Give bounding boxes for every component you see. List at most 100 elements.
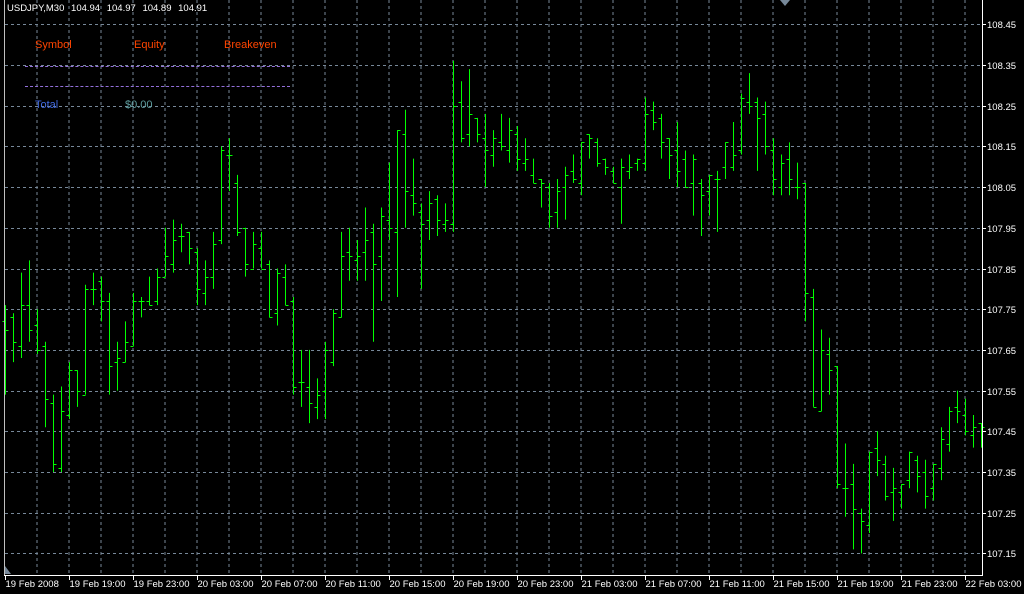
time-tick-label: 21 Feb 23:00 — [902, 579, 958, 590]
ohlc-bar — [154, 268, 161, 306]
ohlc-bar — [346, 227, 353, 281]
ohlc-bar — [50, 394, 57, 472]
ohlc-bar — [466, 69, 473, 147]
ohlc-bar — [18, 272, 25, 359]
ohlc-bar — [434, 195, 441, 236]
ohlc-bar — [866, 451, 873, 534]
ohlc-bar — [370, 223, 377, 342]
ohlc-bar — [834, 366, 841, 489]
ohlc-bar — [946, 406, 953, 452]
shift-marker-icon — [780, 0, 790, 6]
time-axis: 19 Feb 2008 19 Feb 19:00 19 Feb 23:00 20 Fe… — [5, 575, 1022, 590]
ohlc-bar — [754, 97, 761, 171]
column-symbol: Symbol — [35, 39, 72, 51]
ohlc-bar — [378, 207, 385, 302]
ohlc-bar — [266, 260, 273, 318]
column-breakeven: Breakeven — [224, 39, 277, 51]
ohlc-bar — [626, 154, 633, 179]
ohlc-bar — [498, 113, 505, 151]
time-tick-label: 19 Feb 2008 — [6, 579, 59, 590]
ohlc-bar — [810, 288, 817, 408]
time-tick-label: 21 Feb 15:00 — [774, 579, 830, 590]
ohlc-bar — [738, 93, 745, 155]
ohlc-bar — [506, 117, 513, 163]
ohlc-bar — [858, 508, 865, 554]
ohlc-bar — [602, 158, 609, 175]
ohlc-bar — [978, 423, 985, 448]
time-tick-label: 21 Feb 19:00 — [838, 579, 894, 590]
ohlc-bar — [554, 178, 561, 228]
ohlc-bar — [298, 349, 305, 407]
ohlc-bar — [66, 362, 73, 420]
ohlc-bar — [290, 296, 297, 395]
ohlc-bar — [218, 146, 225, 245]
ohlc-bar — [114, 341, 121, 391]
ohlc-bar — [690, 154, 697, 216]
ohlc-bar — [794, 162, 801, 200]
ohlc-bar — [882, 455, 889, 501]
ohlc-bar — [10, 313, 17, 363]
ohlc-bar — [106, 292, 113, 395]
ohlc-bar — [546, 183, 553, 228]
ohlc-bar — [234, 174, 241, 236]
chart-window[interactable]: 108.45 108.35 108.25 108.15 108.05 107.95 107.… — [0, 0, 1024, 594]
price-tick-label: 107.85 — [987, 265, 1016, 276]
price-tick-label: 108.45 — [987, 20, 1016, 31]
chart-header: USDJPY,M30 104.94 104.97 104.89 104.91 — [7, 3, 211, 14]
ohlc-bar — [386, 162, 393, 241]
price-tick-label: 108.25 — [987, 102, 1016, 113]
time-tick-label: 20 Feb 07:00 — [262, 579, 318, 590]
ohlc-bar — [914, 455, 921, 493]
time-tick-label: 19 Feb 19:00 — [70, 579, 126, 590]
ohlc-bar — [954, 390, 961, 424]
ohlc-bar — [514, 126, 521, 171]
ohlc-bar — [146, 276, 153, 306]
ohlc-bar — [874, 431, 881, 477]
ohlc-bar — [42, 341, 49, 428]
ohlc-bar — [282, 264, 289, 306]
ohlc-bar — [634, 158, 641, 171]
ohlc-bar — [722, 142, 729, 179]
time-tick-label: 21 Feb 11:00 — [710, 579, 765, 590]
ohlc-bar — [682, 150, 689, 188]
price-tick-label: 107.25 — [987, 509, 1016, 520]
ohlc-bar — [74, 370, 81, 407]
ohlc-bar — [562, 166, 569, 220]
scroll-marker-icon — [5, 566, 11, 574]
price-tick-label: 108.35 — [987, 61, 1016, 72]
ohlc-bar — [306, 349, 313, 424]
ohlc-bar — [778, 154, 785, 196]
ohlc-bar — [618, 158, 625, 224]
ohlc-bar — [570, 154, 577, 184]
price-tick-label: 107.35 — [987, 468, 1016, 479]
time-tick-label: 19 Feb 23:00 — [134, 579, 190, 590]
header-close: 104.91 — [178, 3, 208, 14]
price-tick-label: 107.15 — [987, 549, 1016, 560]
ohlc-bar — [90, 272, 97, 306]
ohlc-bar — [122, 321, 129, 363]
ohlc-bar — [26, 260, 33, 342]
ohlc-bar — [210, 231, 217, 289]
ohlc-bar — [826, 337, 833, 395]
ohlc-bar — [170, 219, 177, 273]
time-tick-label: 20 Feb 23:00 — [518, 579, 574, 590]
ohlc-bar — [818, 329, 825, 412]
ohlc-bar — [482, 113, 489, 188]
price-tick-label: 107.55 — [987, 387, 1016, 398]
ohlc-bar — [418, 203, 425, 289]
price-chart[interactable]: 108.45 108.35 108.25 108.15 108.05 107.95 107.… — [0, 0, 1024, 594]
ohlc-bar — [490, 130, 497, 167]
price-tick-label: 107.95 — [987, 224, 1016, 235]
separator-line — [25, 66, 290, 67]
time-tick-label: 21 Feb 03:00 — [582, 579, 638, 590]
time-tick-label: 20 Feb 15:00 — [390, 579, 446, 590]
ohlc-bar — [426, 191, 433, 241]
ohlc-bar — [58, 386, 65, 472]
ohlc-bar — [82, 284, 89, 396]
ohlc-bar — [98, 276, 105, 322]
ohlc-bar — [906, 451, 913, 489]
ohlc-bar — [2, 305, 9, 395]
ohlc-bar — [202, 260, 209, 306]
symbol-timeframe: USDJPY,M30 — [7, 3, 65, 14]
time-tick-label: 20 Feb 11:00 — [326, 579, 381, 590]
